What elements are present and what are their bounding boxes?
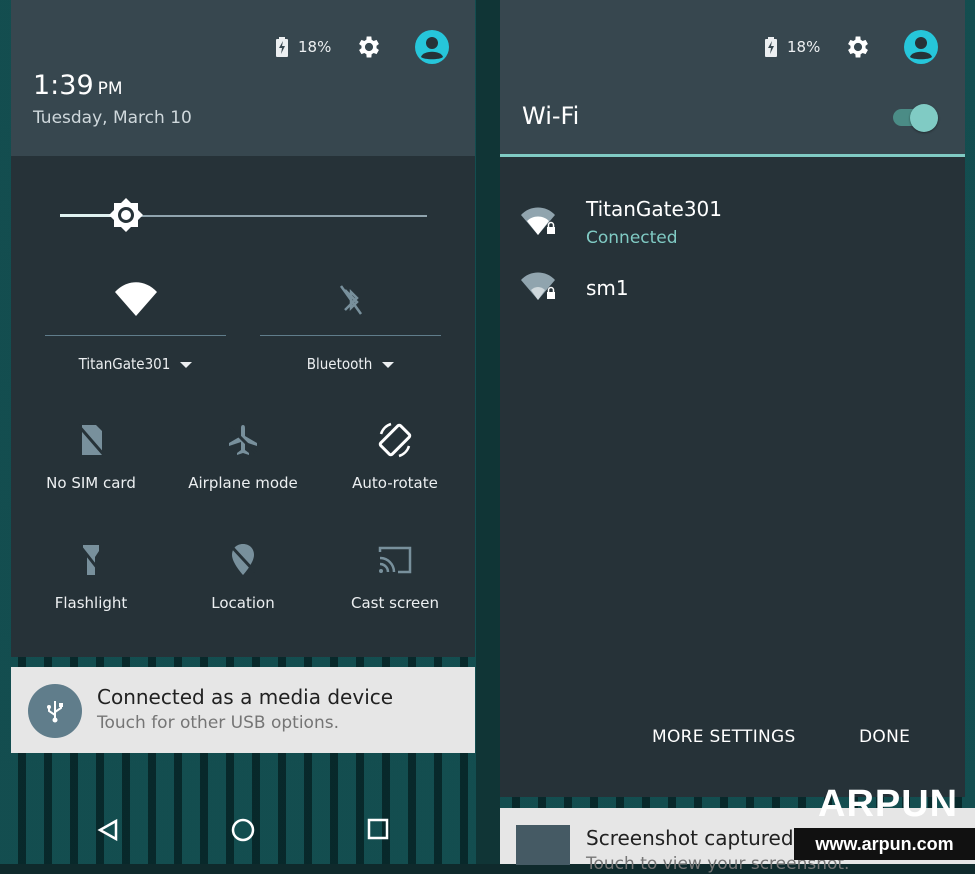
settings-gear-icon[interactable] (355, 33, 383, 61)
clock-ampm: PM (97, 79, 123, 99)
tile-location[interactable]: Location (168, 540, 318, 612)
battery-percent: 18% (298, 38, 332, 56)
bluetooth-tile-label: Bluetooth (306, 355, 373, 373)
wifi-tile-divider (45, 335, 226, 336)
brightness-icon (109, 198, 143, 232)
usb-notification-subtitle: Touch for other USB options. (97, 713, 339, 733)
watermark-url: www.arpun.com (794, 828, 975, 860)
wifi-panel-header (500, 0, 965, 154)
screenshot-notification-title: Screenshot captured. (586, 826, 800, 850)
wifi-toggle-thumb (910, 104, 938, 132)
tile-flashlight[interactable]: Flashlight (16, 540, 166, 612)
no-sim-icon (16, 420, 166, 460)
battery-charging-icon (276, 37, 288, 57)
navigation-bar (0, 790, 476, 864)
wifi-dropdown-caret-icon (180, 361, 193, 368)
usb-notification[interactable]: Connected as a media device Touch for ot… (11, 667, 475, 753)
tile-cast-screen[interactable]: Cast screen (320, 540, 470, 612)
bluetooth-tile-divider (260, 335, 441, 336)
recents-icon[interactable] (367, 818, 389, 844)
wifi-panel-title: Wi-Fi (522, 102, 580, 130)
watermark-logo: ARPUN (818, 783, 959, 825)
bluetooth-dropdown-caret-icon (382, 361, 395, 368)
wifi-panel-body (500, 157, 965, 797)
tile-airplane-mode[interactable]: Airplane mode (168, 420, 318, 492)
settings-gear-icon[interactable] (844, 33, 872, 61)
location-off-icon (168, 540, 318, 580)
status-row-left: 18% (276, 30, 450, 64)
tile-flashlight-label: Flashlight (54, 594, 128, 612)
tile-airplane-mode-label: Airplane mode (188, 474, 298, 492)
usb-icon (28, 684, 82, 738)
home-icon[interactable] (231, 818, 255, 846)
wifi-tile-label: TitanGate301 (78, 355, 171, 373)
panel-divider (476, 0, 500, 864)
flashlight-icon (16, 540, 166, 580)
brightness-slider-thumb[interactable] (109, 198, 143, 232)
done-button[interactable]: DONE (859, 727, 910, 747)
clock-time: 1:39 (33, 70, 94, 101)
wifi-network-status: Connected (586, 228, 678, 248)
wifi-network-name: sm1 (586, 276, 629, 300)
bluetooth-tile-label-row[interactable]: Bluetooth (260, 355, 441, 373)
bluetooth-tile[interactable]: Bluetooth (260, 282, 441, 373)
screenshot-thumbnail (516, 825, 570, 865)
airplane-icon (168, 420, 318, 460)
wifi-tile[interactable]: TitanGate301 (45, 282, 226, 373)
auto-rotate-icon (320, 420, 470, 460)
user-avatar-icon[interactable] (904, 30, 939, 64)
tile-location-label: Location (211, 594, 275, 612)
tile-auto-rotate-label: Auto-rotate (352, 474, 438, 492)
wifi-icon (45, 282, 226, 320)
cast-icon (320, 540, 470, 580)
tile-cast-screen-label: Cast screen (351, 594, 439, 612)
clock[interactable]: 1:39 PM (33, 70, 123, 101)
tile-auto-rotate[interactable]: Auto-rotate (320, 420, 470, 492)
status-row-right: 18% (765, 30, 939, 64)
tile-no-sim[interactable]: No SIM card (16, 420, 166, 492)
battery-charging-icon (765, 37, 777, 57)
usb-notification-title: Connected as a media device (97, 685, 394, 709)
more-settings-button[interactable]: MORE SETTINGS (652, 727, 796, 747)
bluetooth-off-icon (260, 282, 441, 320)
wifi-tile-label-row[interactable]: TitanGate301 (45, 355, 226, 373)
wifi-network-name: TitanGate301 (586, 197, 723, 221)
date-label[interactable]: Tuesday, March 10 (33, 108, 192, 128)
wifi-signal-weak-locked-icon (521, 272, 557, 306)
battery-percent: 18% (787, 38, 821, 56)
user-avatar-icon[interactable] (415, 30, 450, 64)
tile-no-sim-label: No SIM card (46, 474, 136, 492)
back-icon[interactable] (96, 818, 120, 846)
wifi-signal-locked-icon (521, 207, 557, 241)
